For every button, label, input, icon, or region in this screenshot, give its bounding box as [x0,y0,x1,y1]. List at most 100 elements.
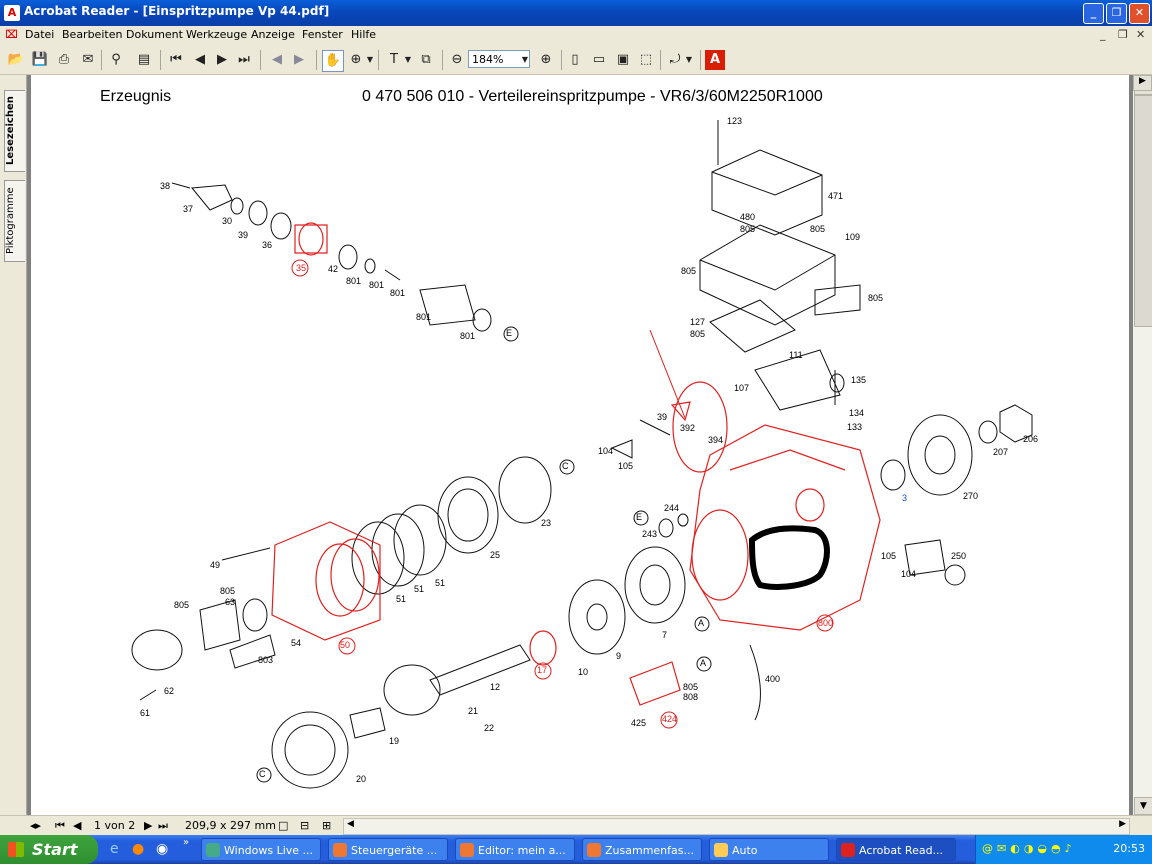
part-label: E [636,512,643,522]
forward-icon[interactable]: ▶ [289,50,309,70]
task-editor[interactable]: Editor: mein a... [455,838,575,861]
facing-icon[interactable]: ⊞ [322,819,331,832]
part-label: 104 [598,446,614,456]
quicklaunch-ie-icon[interactable]: e [110,841,119,857]
adobe-logo-icon[interactable]: A [705,50,725,70]
zoom-list-icon[interactable]: ▼ [520,50,530,70]
print-icon[interactable]: ⎙ [54,50,74,70]
part-label: 61 [140,708,151,718]
part-label: 206 [1023,434,1039,444]
restore-icon[interactable]: ❐ [1106,3,1127,24]
menu-fenster[interactable]: Fenster [302,28,343,41]
back-icon[interactable]: ◀ [267,50,287,70]
zoom-dropdown-icon[interactable]: ▼ [365,50,375,70]
part-label: 805 [683,682,699,692]
page-indicator[interactable]: 1 von 2 [94,819,135,832]
actual-size-icon[interactable]: ▯ [565,50,585,70]
menu-bearbeiten[interactable]: Bearbeiten [62,28,122,41]
status-bar: ◂▸ ⏮ ◀ 1 von 2 ▶ ⏭ 209,9 x 297 mm □ ⊟ ⊞ … [0,815,1152,835]
hand-tool-icon[interactable]: ✋ [322,50,344,72]
part-label: 107 [734,383,750,393]
menu-datei[interactable]: Datei [25,28,54,41]
task-steuergeraete[interactable]: Steuergeräte ... [328,838,448,861]
part-label: 51 [414,584,425,594]
select-dropdown-icon[interactable]: ▼ [403,50,413,70]
taskbar: Start e ● ◉ » Windows Live ... Steuerger… [0,835,1152,864]
part-label: 425 [631,718,647,728]
close-icon[interactable]: ✕ [1129,3,1150,24]
fit-visible-icon[interactable]: ⬚ [636,50,656,70]
scroll-right-bottom-icon[interactable]: ▶ [1119,819,1126,829]
scroll-down-icon[interactable]: ▼ [1134,797,1152,815]
task-zusammenfassung[interactable]: Zusammenfas... [582,838,702,861]
part-label: 805 [810,224,826,234]
firefox-icon [460,843,474,857]
next-page-icon[interactable]: ▶ [212,50,232,70]
navpanel-toggle-icon[interactable]: ▤ [134,50,154,70]
vertical-scrollbar[interactable]: ▲ ▼ [1133,75,1152,815]
zoom-out-icon[interactable]: ⊖ [447,50,467,70]
last-page-status-icon[interactable]: ⏭ [158,819,168,833]
scroll-thumb[interactable] [1134,95,1152,327]
part-label: 109 [845,232,861,242]
doc-close-icon[interactable]: ✕ [1136,28,1145,41]
split-icon[interactable]: ◂▸ [30,819,41,832]
part-label: A [698,618,705,628]
prev-page-icon[interactable]: ◀ [190,50,210,70]
menu-dokument[interactable]: Dokument [126,28,183,41]
rotate-dropdown-icon[interactable]: ▼ [684,50,694,70]
part-label: C [259,769,266,779]
quicklaunch-firefox-icon[interactable]: ● [132,841,144,857]
first-page-icon[interactable]: ⏮ [166,50,186,70]
task-acrobat[interactable]: Acrobat Read... [836,838,956,861]
part-label: 801 [346,276,362,286]
tray-icons[interactable]: @✉◐◑◒◓♪ [982,842,1076,855]
folder-icon [714,843,728,857]
menu-werkzeuge[interactable]: Werkzeuge [186,28,247,41]
doc-header-right: 0 470 506 010 - Verteilereinspritzpumpe … [362,88,823,105]
next-page-status-icon[interactable]: ▶ [144,819,152,832]
fit-page-icon[interactable]: ▭ [589,50,609,70]
menu-anzeige[interactable]: Anzeige [251,28,295,41]
doc-header-left: Erzeugnis [100,88,172,105]
part-label: 39 [657,412,668,422]
task-auto[interactable]: Auto [709,838,829,861]
prev-page-status-icon[interactable]: ◀ [73,819,81,832]
start-button[interactable]: Start [0,835,98,864]
doc-restore-icon[interactable]: ❐ [1118,28,1128,41]
part-label: 800 [818,618,834,628]
snapshot-icon[interactable]: ⧉ [416,50,436,70]
task-windows-live[interactable]: Windows Live ... [201,838,321,861]
quicklaunch-media-icon[interactable]: ◉ [156,841,168,857]
tab-piktogramme[interactable]: Piktogramme [4,180,25,262]
tab-lesezeichen[interactable]: Lesezeichen [4,90,25,172]
find-icon[interactable]: ⚲ [106,50,126,70]
part-label: 394 [708,435,724,445]
zoom-in-icon[interactable]: ⊕ [536,50,556,70]
open-icon[interactable]: 📂 [6,50,26,70]
part-label: 805 [690,329,706,339]
save-icon[interactable]: 💾 [30,50,50,70]
first-page-status-icon[interactable]: ⏮ [55,819,65,833]
horizontal-scrollbar[interactable]: ◀ ▶ [343,818,1130,835]
pdf-page[interactable]: Erzeugnis 0 470 506 010 - Verteilereinsp… [31,75,1129,815]
quicklaunch-more-icon[interactable]: » [183,837,189,848]
doc-minimize-icon[interactable]: _ [1100,28,1106,41]
scroll-right-icon[interactable]: ▶ [1133,75,1152,91]
single-page-icon[interactable]: □ [278,819,288,832]
part-label: 62 [164,686,175,696]
toolbar: 📂 💾 ⎙ ✉ ⚲ ▤ ⏮ ◀ ▶ ⏭ ◀ ▶ ✋ ⊕ ▼ T ▼ ⧉ ⊖ 18… [0,46,1152,75]
part-label: 808 [683,692,699,702]
rotate-icon[interactable]: ⤾ [665,50,685,70]
last-page-icon[interactable]: ⏭ [234,50,254,70]
zoom-tool-icon[interactable]: ⊕ [346,50,366,70]
part-label: 805 [868,293,884,303]
continuous-icon[interactable]: ⊟ [300,819,309,832]
minimize-icon[interactable]: _ [1083,3,1104,24]
menu-hilfe[interactable]: Hilfe [351,28,376,41]
text-select-icon[interactable]: T [384,50,404,70]
part-label: 805 [740,224,756,234]
fit-width-icon[interactable]: ▣ [613,50,633,70]
email-icon[interactable]: ✉ [78,50,98,70]
scroll-left-icon[interactable]: ◀ [347,819,354,829]
